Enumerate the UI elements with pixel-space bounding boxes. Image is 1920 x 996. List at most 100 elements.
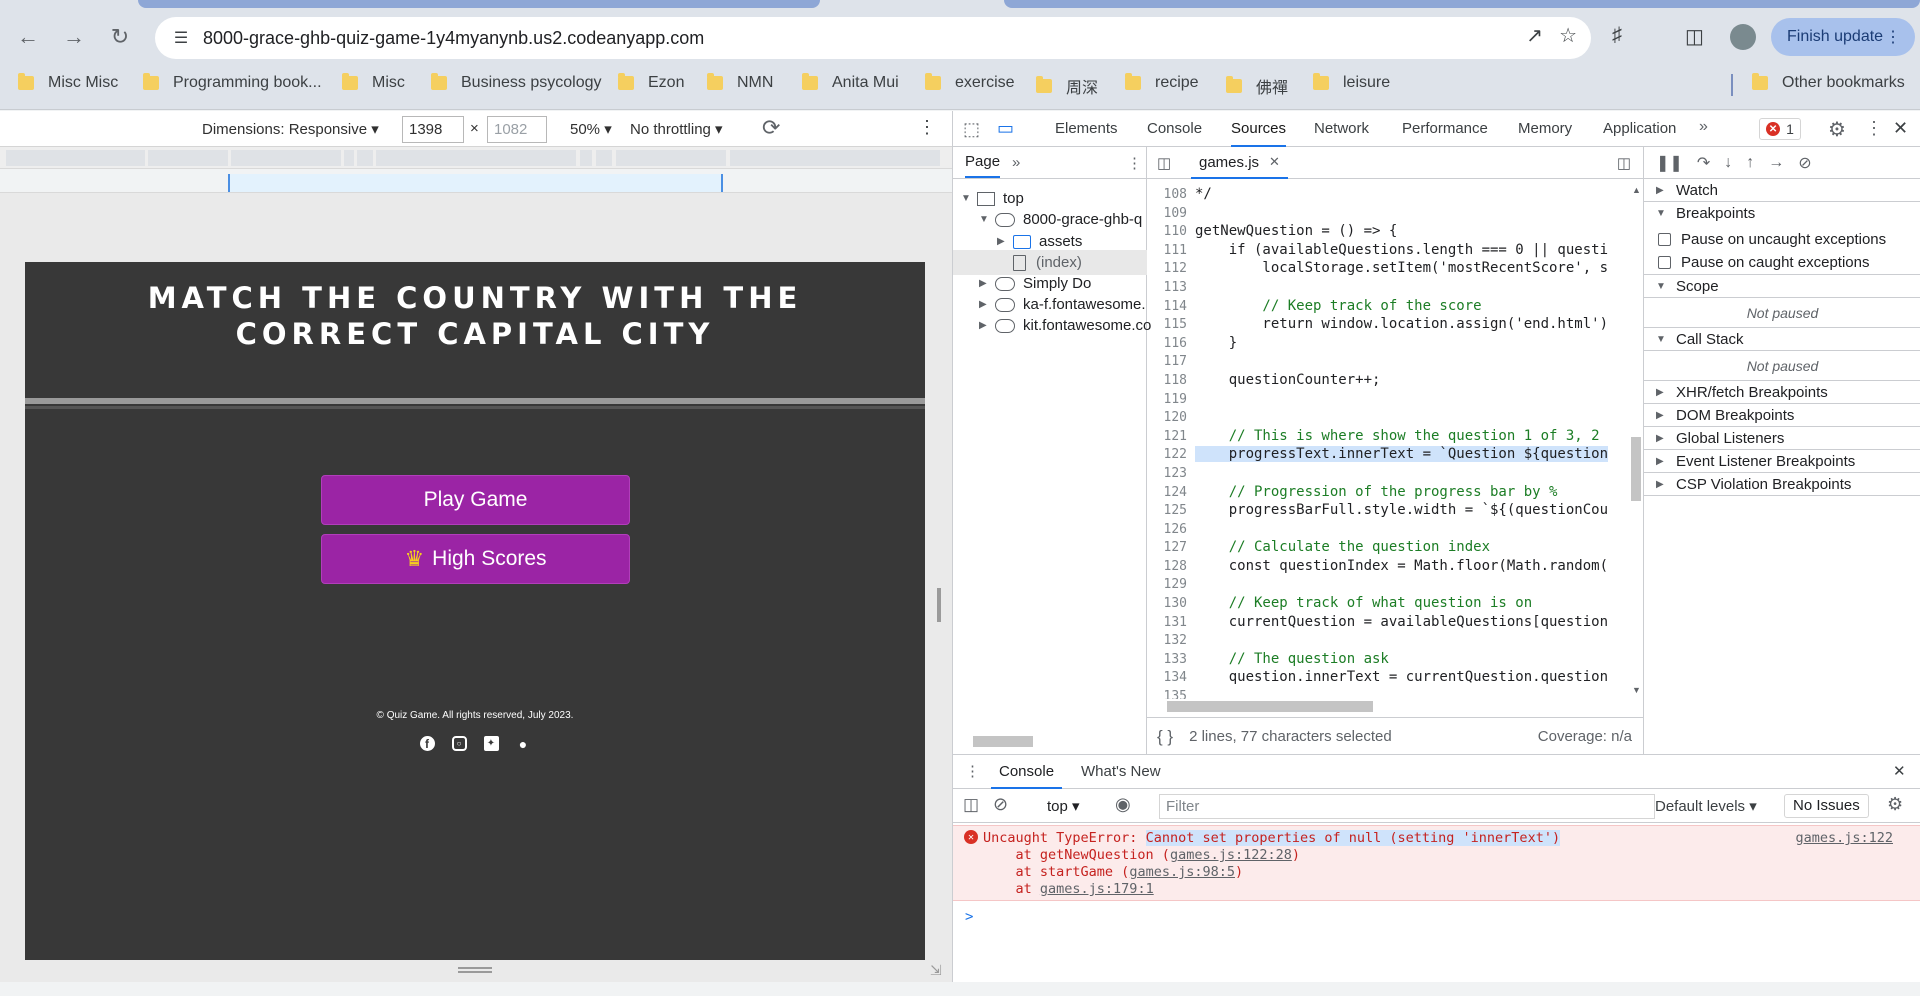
- section-scope[interactable]: ▼ Scope: [1644, 275, 1920, 298]
- section-dom-breakpoints[interactable]: ▶ DOM Breakpoints: [1644, 404, 1920, 427]
- tree-item-kit-fontawesome[interactable]: ▶ kit.fontawesome.co: [979, 313, 1151, 338]
- line-number[interactable]: 122: [1147, 446, 1195, 465]
- line-number[interactable]: 133: [1147, 651, 1195, 670]
- bookmark-star-icon[interactable]: ☆: [1559, 23, 1577, 48]
- line-number[interactable]: 113: [1147, 279, 1195, 298]
- line-number[interactable]: 116: [1147, 335, 1195, 354]
- code-line[interactable]: 134 question.innerText = currentQuestion…: [1147, 668, 1627, 687]
- line-number[interactable]: 127: [1147, 539, 1195, 558]
- error-headline[interactable]: Uncaught TypeError: Cannot set propertie…: [983, 830, 1561, 846]
- code-line[interactable]: 123: [1147, 464, 1627, 483]
- tab-performance[interactable]: Performance: [1402, 111, 1488, 147]
- bookmark-folder[interactable]: recipe: [1125, 73, 1199, 92]
- code-line[interactable]: 124 // Progression of the progress bar b…: [1147, 483, 1627, 502]
- tab-whats-new[interactable]: What's New: [1081, 755, 1161, 789]
- section-global-listeners[interactable]: ▶ Global Listeners: [1644, 427, 1920, 450]
- tab-console-drawer[interactable]: Console: [991, 755, 1063, 789]
- line-number[interactable]: 126: [1147, 521, 1195, 540]
- section-breakpoints[interactable]: ▼ Breakpoints: [1644, 202, 1920, 225]
- log-levels-dropdown[interactable]: Default levels ▾: [1655, 797, 1757, 815]
- twitter-icon[interactable]: ✦: [483, 736, 499, 751]
- scroll-up-icon[interactable]: ▲: [1632, 185, 1641, 195]
- bookmark-folder[interactable]: 周深: [1036, 74, 1098, 98]
- stack-link[interactable]: games.js:179:1: [1040, 881, 1154, 897]
- scrollbar-thumb[interactable]: [1631, 437, 1641, 501]
- tab-network[interactable]: Network: [1314, 111, 1369, 147]
- line-number[interactable]: 123: [1147, 465, 1195, 484]
- tab-page[interactable]: Page: [965, 147, 1001, 178]
- viewport-resize-handle-bottom[interactable]: [458, 967, 492, 973]
- console-filter-input[interactable]: Filter: [1159, 794, 1655, 819]
- pause-icon[interactable]: ❚❚: [1656, 153, 1683, 173]
- code-line[interactable]: 113: [1147, 278, 1627, 297]
- high-scores-button[interactable]: ♛ High Scores: [321, 534, 630, 584]
- code-line[interactable]: 129: [1147, 575, 1627, 594]
- bookmark-folder[interactable]: Misc: [342, 73, 405, 92]
- error-source-link[interactable]: games.js:122: [1795, 830, 1893, 846]
- settings-gear-icon[interactable]: ⚙: [1828, 117, 1846, 142]
- avatar[interactable]: [1730, 24, 1756, 50]
- line-number[interactable]: 111: [1147, 242, 1195, 261]
- clear-console-icon[interactable]: ⊘: [993, 794, 1008, 815]
- other-bookmarks[interactable]: Other bookmarks: [1752, 73, 1905, 92]
- section-event-listener-breakpoints[interactable]: ▶ Event Listener Breakpoints: [1644, 450, 1920, 473]
- line-number[interactable]: 125: [1147, 502, 1195, 521]
- issues-button[interactable]: No Issues: [1784, 794, 1869, 818]
- section-xhr-breakpoints[interactable]: ▶ XHR/fetch Breakpoints: [1644, 381, 1920, 404]
- extensions-icon[interactable]: ♯: [1612, 24, 1622, 47]
- more-tabs-icon[interactable]: »: [1012, 154, 1020, 171]
- section-csp-breakpoints[interactable]: ▶ CSP Violation Breakpoints: [1644, 473, 1920, 496]
- ruler-segment[interactable]: [344, 150, 354, 166]
- close-icon[interactable]: ✕: [1893, 118, 1908, 139]
- width-input[interactable]: 1398: [402, 116, 464, 143]
- back-icon[interactable]: ←: [8, 17, 48, 57]
- code-line[interactable]: 128 const questionIndex = Math.floor(Mat…: [1147, 557, 1627, 576]
- bookmark-folder[interactable]: Programming book...: [143, 73, 322, 92]
- ruler-segment[interactable]: [596, 150, 612, 166]
- scrollbar-thumb[interactable]: [973, 736, 1033, 747]
- play-game-button[interactable]: Play Game: [321, 475, 630, 525]
- ruler-segment[interactable]: [148, 150, 228, 166]
- error-count-badge[interactable]: ✕ 1: [1759, 118, 1801, 140]
- code-line[interactable]: 116 }: [1147, 334, 1627, 353]
- dimensions-dropdown[interactable]: Dimensions: Responsive ▾: [202, 120, 379, 138]
- code-line[interactable]: 120: [1147, 408, 1627, 427]
- code-line[interactable]: 127 // Calculate the question index: [1147, 538, 1627, 557]
- line-number[interactable]: 132: [1147, 632, 1195, 651]
- sidebar-toggle-icon[interactable]: ◫: [963, 795, 979, 815]
- code-line[interactable]: 111 if (availableQuestions.length === 0 …: [1147, 241, 1627, 260]
- bookmark-folder[interactable]: Business psycology: [431, 73, 602, 92]
- code-line[interactable]: 110 getNewQuestion = () => {: [1147, 222, 1627, 241]
- tab-application[interactable]: Application: [1603, 111, 1676, 147]
- stack-link[interactable]: games.js:98:5: [1129, 864, 1235, 880]
- bookmark-folder[interactable]: exercise: [925, 73, 1015, 92]
- code-area[interactable]: 108 */109 110 getNewQuestion = () => {111 i…: [1147, 185, 1627, 699]
- scrollbar-thumb[interactable]: [1167, 701, 1373, 712]
- line-number[interactable]: 131: [1147, 614, 1195, 633]
- code-line[interactable]: 112 localStorage.setItem('mostRecentScor…: [1147, 259, 1627, 278]
- code-line[interactable]: 122 progressText.innerText = `Question $…: [1147, 445, 1627, 464]
- code-line[interactable]: 131 currentQuestion = availableQuestions…: [1147, 613, 1627, 632]
- corner-resize-icon[interactable]: ⇲: [930, 962, 942, 979]
- code-line[interactable]: 108 */: [1147, 185, 1627, 204]
- ruler-segment[interactable]: [6, 150, 145, 166]
- more-vertical-icon[interactable]: ⋮: [1127, 154, 1142, 172]
- step-icon[interactable]: →: [1768, 154, 1784, 172]
- settings-gear-icon[interactable]: ⚙: [1887, 794, 1903, 815]
- line-number[interactable]: 124: [1147, 484, 1195, 503]
- line-number[interactable]: 110: [1147, 223, 1195, 242]
- bookmark-folder[interactable]: Ezon: [618, 73, 684, 92]
- code-line[interactable]: 114 // Keep track of the score: [1147, 297, 1627, 316]
- line-number[interactable]: 135: [1147, 688, 1195, 699]
- more-vertical-icon[interactable]: ⋮: [918, 117, 936, 138]
- close-icon[interactable]: ✕: [1893, 762, 1906, 780]
- more-vertical-icon[interactable]: ⋮: [1865, 118, 1883, 139]
- rotate-icon[interactable]: ⟳: [762, 115, 780, 141]
- code-line[interactable]: 118 questionCounter++;: [1147, 371, 1627, 390]
- forward-icon[interactable]: →: [54, 17, 94, 57]
- browser-tab[interactable]: [1004, 0, 1920, 8]
- throttling-dropdown[interactable]: No throttling ▾: [630, 120, 723, 138]
- tab-elements[interactable]: Elements: [1055, 111, 1118, 147]
- step-over-icon[interactable]: ↷: [1697, 153, 1710, 173]
- code-line[interactable]: 117: [1147, 352, 1627, 371]
